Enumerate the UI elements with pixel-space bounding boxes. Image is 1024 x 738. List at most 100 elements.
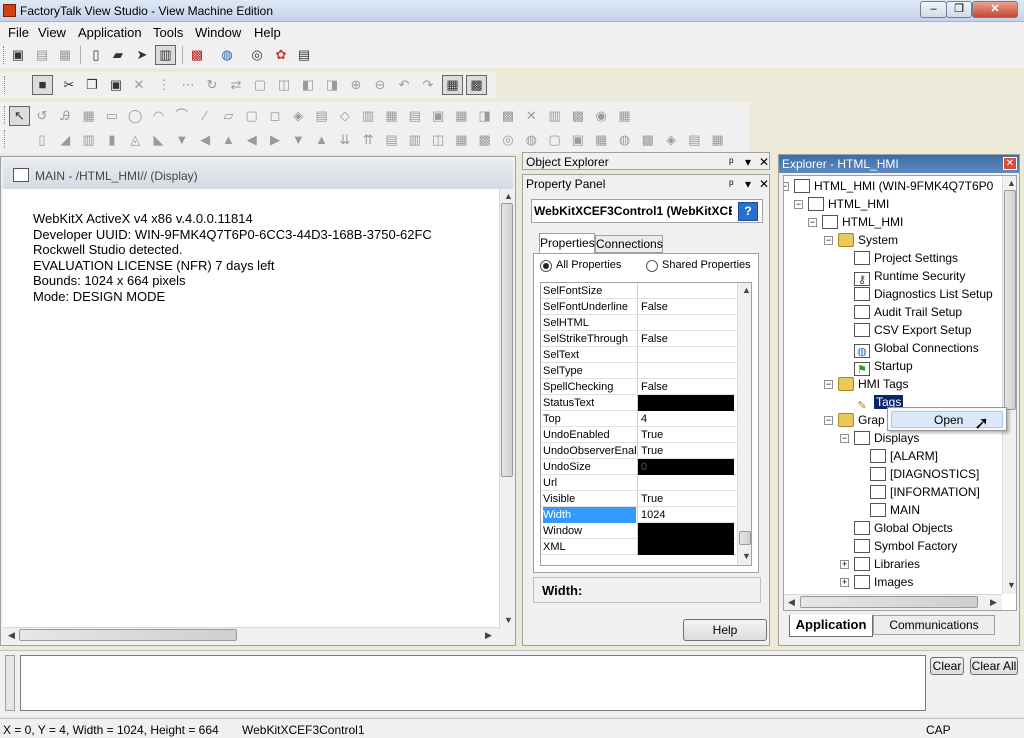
scroll-left-icon[interactable]: ◀: [788, 597, 795, 608]
property-row[interactable]: Window: [541, 523, 738, 539]
print-icon[interactable]: ▦: [57, 47, 73, 63]
line-icon[interactable]: ∕: [197, 108, 213, 124]
tree-node[interactable]: System: [838, 232, 898, 249]
object-tool-icon[interactable]: ▦: [593, 132, 609, 148]
object-tool-icon[interactable]: ▼: [174, 132, 190, 148]
table-icon[interactable]: ▥: [547, 108, 563, 124]
freehand-icon[interactable]: ⌒: [174, 108, 190, 124]
property-value[interactable]: 4: [637, 411, 734, 427]
object-explorer-header[interactable]: Object Explorer ᵖ ▾ ✕: [522, 152, 770, 170]
colors-icon[interactable]: ✿: [273, 47, 289, 63]
property-row[interactable]: SpellChecking False: [541, 379, 738, 395]
object-tool-icon[interactable]: ▦: [710, 132, 726, 148]
binoculars-icon[interactable]: ◎: [249, 47, 265, 63]
property-row[interactable]: StatusText: [541, 395, 738, 411]
property-row[interactable]: SelText: [541, 347, 738, 363]
save-icon[interactable]: ▤: [34, 47, 50, 63]
object-tool-icon[interactable]: ◎: [500, 132, 516, 148]
rotate-icon[interactable]: ↻: [204, 77, 220, 93]
select-icon[interactable]: ■: [32, 75, 53, 95]
close-icon[interactable]: ✕: [1003, 157, 1017, 170]
webkitx-control[interactable]: WebKitX ActiveX v4 x86 v.4.0.0.11814 Dev…: [33, 211, 493, 305]
clear-button[interactable]: Clear: [930, 657, 964, 675]
property-row[interactable]: UndoObserverEnabledTrue: [541, 443, 738, 459]
flip-icon[interactable]: ⇄: [228, 77, 244, 93]
panel-icon[interactable]: ▢: [244, 108, 260, 124]
display-hscroll[interactable]: ◀ ▶: [3, 627, 499, 643]
tree-expander-icon[interactable]: +: [840, 578, 849, 587]
property-grid[interactable]: SelFontSize SelFontUnderline False SelHTML S…: [540, 282, 752, 566]
scroll-down-icon[interactable]: ▼: [742, 551, 751, 561]
bar-graph-icon[interactable]: ◨: [477, 108, 493, 124]
string-display-icon[interactable]: ▤: [407, 108, 423, 124]
image-icon[interactable]: ▦: [81, 108, 97, 124]
property-value[interactable]: [637, 523, 734, 539]
property-value[interactable]: False: [637, 299, 734, 315]
property-value[interactable]: 0: [637, 459, 734, 475]
property-row[interactable]: SelFontSize: [541, 283, 738, 299]
cut-icon[interactable]: ✂: [61, 77, 77, 93]
object-tool-icon[interactable]: ◀: [244, 132, 260, 148]
tree-expander-icon[interactable]: −: [824, 416, 833, 425]
property-row[interactable]: SelStrikeThrough False: [541, 331, 738, 347]
property-value[interactable]: True: [637, 443, 734, 459]
explorer-toggle-icon[interactable]: ▥: [155, 45, 176, 65]
menu-help[interactable]: Help: [254, 25, 281, 40]
tree-node[interactable]: Global Objects: [854, 520, 953, 537]
print-preview-icon[interactable]: ▩: [189, 47, 205, 63]
object-tool-icon[interactable]: ▮: [104, 132, 120, 148]
object-tool-icon[interactable]: ▯: [34, 132, 50, 148]
project-icon[interactable]: ▣: [10, 47, 26, 63]
group-icon[interactable]: ▢: [252, 77, 268, 93]
align-icon[interactable]: ⋮: [156, 77, 172, 93]
tree-expander-icon[interactable]: −: [784, 182, 789, 191]
scroll-thumb[interactable]: [800, 596, 978, 608]
property-value[interactable]: False: [637, 331, 734, 347]
property-row[interactable]: UndoSize 0: [541, 459, 738, 475]
globe-icon[interactable]: ◍: [219, 47, 235, 63]
tree-vscroll[interactable]: ▲ ▼: [1002, 176, 1016, 594]
toolbar-grip[interactable]: [4, 130, 7, 148]
tree-expander-icon[interactable]: −: [840, 434, 849, 443]
scroll-thumb[interactable]: [739, 531, 751, 545]
scroll-up-icon[interactable]: ▲: [742, 285, 751, 295]
property-value[interactable]: [637, 395, 734, 411]
tree-node[interactable]: [DIAGNOSTICS]: [870, 466, 979, 483]
open-folder-icon[interactable]: ▰: [110, 47, 126, 63]
text-icon[interactable]: Ꭿ: [57, 108, 73, 124]
tree-node[interactable]: Audit Trail Setup: [854, 304, 962, 321]
object-tool-icon[interactable]: ▦: [453, 132, 469, 148]
indicator-icon[interactable]: ◉: [593, 108, 609, 124]
menu-file[interactable]: File: [8, 25, 29, 40]
radio-shared-properties[interactable]: [646, 260, 658, 272]
object-tool-icon[interactable]: ◀: [197, 132, 213, 148]
object-tool-icon[interactable]: ▼: [290, 132, 306, 148]
tree-expander-icon[interactable]: +: [840, 560, 849, 569]
property-panel-header[interactable]: Property Panel ᵖ ▾ ✕: [523, 175, 769, 193]
property-value[interactable]: 1024: [637, 507, 734, 523]
display-vscroll[interactable]: ▲ ▼: [499, 189, 515, 629]
trend-icon[interactable]: ▩: [500, 108, 516, 124]
tree-node[interactable]: Grap: [838, 412, 885, 429]
object-tool-icon[interactable]: ▢: [547, 132, 563, 148]
polygon-icon[interactable]: ↺: [34, 108, 50, 124]
paste-icon[interactable]: ▣: [108, 77, 124, 93]
menu-view[interactable]: View: [38, 25, 66, 40]
display-canvas[interactable]: WebKitX ActiveX v4 x86 v.4.0.0.11814 Dev…: [3, 189, 499, 629]
property-row[interactable]: SelType: [541, 363, 738, 379]
tree-node[interactable]: Project Settings: [854, 250, 958, 267]
activex-icon[interactable]: ▦: [617, 108, 633, 124]
delete-icon[interactable]: ✕: [131, 77, 147, 93]
tree-node[interactable]: MAIN: [870, 502, 920, 519]
wedge-icon[interactable]: ▱: [220, 108, 236, 124]
redo-icon[interactable]: ↷: [420, 77, 436, 93]
tree-node[interactable]: Libraries: [854, 556, 920, 573]
scroll-thumb[interactable]: [1004, 190, 1016, 410]
radio-all-properties[interactable]: [540, 260, 552, 272]
scroll-right-icon[interactable]: ▶: [485, 630, 492, 641]
object-tool-icon[interactable]: ◍: [617, 132, 633, 148]
property-value[interactable]: True: [637, 491, 734, 507]
tab-application[interactable]: Application: [789, 615, 873, 637]
rectangle-icon[interactable]: ▭: [104, 108, 120, 124]
zoom-in-icon[interactable]: ⊕: [348, 77, 364, 93]
